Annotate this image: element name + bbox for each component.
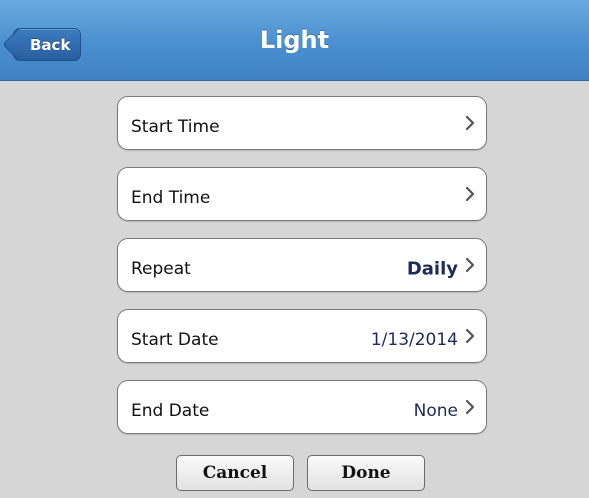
chevron-right-icon (465, 399, 475, 415)
repeat-label: Repeat (131, 259, 191, 279)
chevron-right-icon (465, 186, 475, 202)
chevron-right-icon (465, 257, 475, 273)
end-time-label: End Time (131, 188, 211, 208)
start-date-value: 1/13/2014 (370, 330, 458, 350)
start-date-label: Start Date (131, 330, 219, 350)
start-time-label: Start Time (131, 117, 220, 137)
end-date-row[interactable]: End Date None (117, 380, 487, 434)
end-date-label: End Date (131, 401, 210, 421)
chevron-right-icon (465, 328, 475, 344)
end-time-row[interactable]: End Time (117, 167, 487, 221)
done-button[interactable]: Done (307, 455, 425, 491)
page-title: Light (259, 26, 330, 54)
cancel-button[interactable]: Cancel (176, 455, 294, 491)
start-time-row[interactable]: Start Time (117, 96, 487, 150)
end-date-value: None (413, 401, 458, 421)
repeat-value: Daily (406, 258, 458, 280)
header-bar: Back Light (0, 0, 589, 81)
repeat-row[interactable]: Repeat Daily (117, 238, 487, 292)
start-date-row[interactable]: Start Date 1/13/2014 (117, 309, 487, 363)
chevron-right-icon (465, 115, 475, 131)
